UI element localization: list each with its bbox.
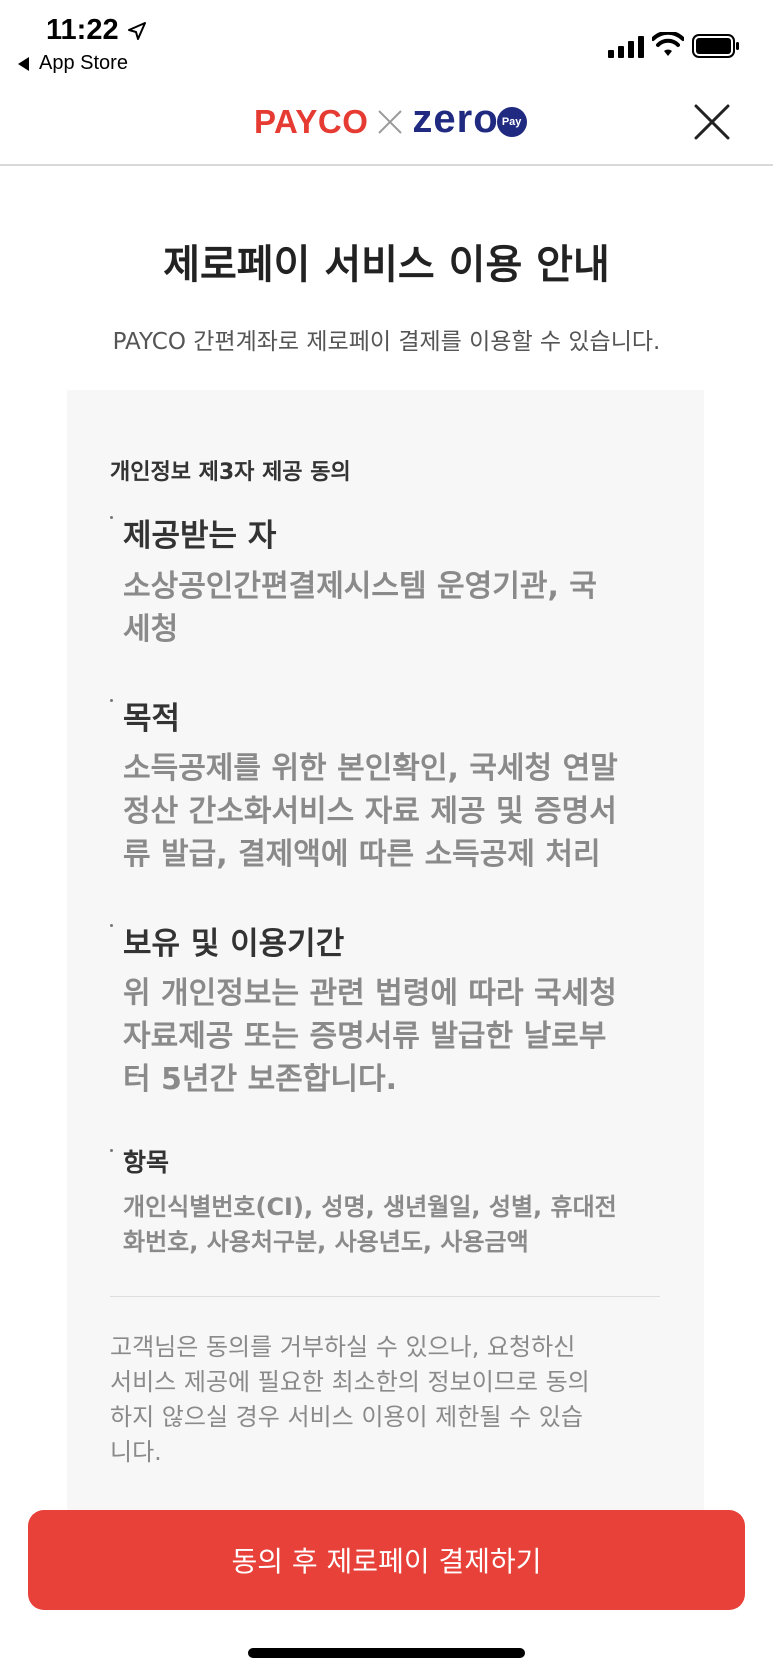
payco-zeropay-logo: PAYCO zero Pay [254, 97, 527, 144]
nav-header: PAYCO zero Pay [0, 82, 773, 166]
panel-divider [110, 1296, 660, 1297]
consent-item-head: 보유 및 이용기간 [123, 926, 345, 962]
consent-item-body: 개인식별번호(CI), 성명, 생년월일, 성별, 휴대전 화번호, 사용처구분… [123, 1193, 617, 1256]
bullet-dot [110, 1149, 113, 1152]
bullet-dot [110, 699, 113, 702]
zero-logo-text: zero [412, 97, 499, 141]
status-bar: 11:22 App Store [0, 0, 773, 82]
wifi-icon [652, 32, 684, 56]
logo-cross-icon [378, 110, 403, 134]
consent-section-title: 개인정보 제3자 제공 동의 [110, 460, 351, 485]
agree-and-pay-button[interactable]: 동의 후 제로페이 결제하기 [28, 1510, 745, 1610]
cellular-signal-icon [608, 36, 644, 58]
bullet-dot [110, 516, 113, 519]
location-arrow-icon [128, 22, 146, 40]
close-icon[interactable] [690, 100, 734, 144]
back-triangle-icon [18, 56, 29, 71]
consent-notice: 고객님은 동의를 거부하실 수 있으나, 요청하신 서비스 제공에 필요한 최소… [110, 1333, 590, 1466]
battery-icon [692, 34, 739, 58]
bullet-dot [110, 924, 113, 927]
consent-item-head: 목적 [123, 701, 181, 737]
home-indicator [248, 1648, 525, 1658]
back-app-label: App Store [39, 52, 128, 74]
consent-item-body: 위 개인정보는 관련 법령에 따라 국세청 자료제공 또는 증명서류 발급한 날… [123, 976, 617, 1097]
consent-item-body: 소상공인간편결제시스템 운영기관, 국 세청 [123, 569, 597, 647]
page-subtitle: PAYCO 간편계좌로 제로페이 결제를 이용할 수 있습니다. [112, 329, 661, 355]
pay-badge: Pay [496, 107, 527, 137]
payco-logo-text: PAYCO [254, 103, 369, 140]
back-to-app-store[interactable]: App Store [18, 52, 128, 75]
consent-item-head: 항목 [123, 1148, 170, 1177]
status-time: 11:22 [46, 14, 119, 46]
consent-item-head: 제공받는 자 [123, 518, 277, 554]
consent-item-body: 소득공제를 위한 본인확인, 국세청 연말 정산 간소화서비스 자료 제공 및 … [123, 751, 618, 872]
page-title: 제로페이 서비스 이용 안내 [163, 242, 610, 288]
